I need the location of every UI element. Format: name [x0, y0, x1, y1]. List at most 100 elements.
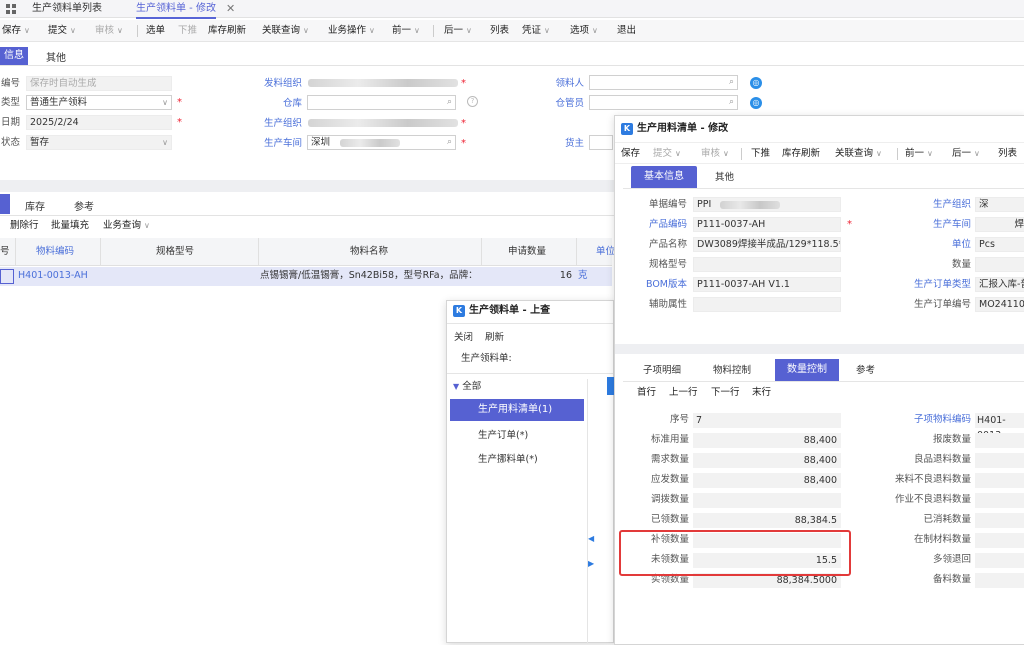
col-seq: 号: [0, 246, 10, 257]
tree-item-ppbom[interactable]: 生产用料清单(1): [450, 399, 584, 421]
date-label: 日期: [0, 117, 20, 128]
col-divider: [15, 238, 16, 266]
lookup-caption: 生产领料单:: [461, 353, 512, 364]
ppbom-list-button[interactable]: 列表: [998, 143, 1017, 165]
tab-edit[interactable]: 生产领料单 - 修改: [136, 2, 216, 19]
link-icon[interactable]: ◎: [750, 77, 762, 89]
field-mo-type[interactable]: 汇报入库-普: [975, 277, 1024, 292]
tab-stock[interactable]: 库存: [25, 198, 45, 213]
tab-ref[interactable]: 参考: [856, 364, 875, 378]
cell-material-code[interactable]: H401-0013-AH: [18, 269, 88, 283]
field-workshop[interactable]: 焊: [975, 217, 1024, 232]
ppbom-basic-right: 生产组织 深 生产车间 焊 单位 Pcs 数量 生产订单类型 汇报入库-普 生产…: [875, 196, 1024, 316]
list-button[interactable]: 列表: [490, 20, 509, 42]
owner-input[interactable]: [589, 135, 613, 150]
tab-material-control[interactable]: 物料控制: [713, 364, 751, 378]
field-label: 在制材料数量: [913, 534, 971, 545]
field-product-code[interactable]: P111-0037-AH: [693, 217, 841, 232]
exit-button[interactable]: 退出: [617, 20, 636, 42]
col-apply-qty[interactable]: 申请数量: [508, 245, 546, 259]
field-label: 辅助属性: [648, 299, 687, 310]
tab-detail[interactable]: [0, 194, 10, 214]
next-row-button[interactable]: 下一行: [711, 382, 740, 404]
tab-qty-control[interactable]: 数量控制: [775, 359, 839, 381]
lookup-dialog: K 生产领料单 - 上查 关闭 刷新 生产领料单: ▼ 全部 生产用料清单(1) …: [446, 300, 615, 644]
field-seq: 7: [693, 413, 841, 428]
tree-item-transfer[interactable]: 生产挪料单(*): [478, 453, 538, 467]
cell-apply-qty[interactable]: 16: [540, 269, 572, 283]
col-material-code[interactable]: 物料编码: [36, 245, 74, 259]
ppbom-tab-basic[interactable]: 基本信息: [631, 166, 697, 188]
field-label: 产品编码: [648, 219, 687, 230]
help-icon[interactable]: ?: [467, 96, 478, 107]
warehouse-input[interactable]: ⌕: [307, 95, 456, 110]
ppbom-submit-button[interactable]: 提交 ∨: [653, 143, 681, 165]
field-wip-qty: [975, 533, 1024, 548]
table-row[interactable]: H401-0013-AH 点锡锡膏/低温锡膏，Sn42Bi58，型号RFa，品牌…: [0, 267, 612, 286]
select-button[interactable]: 选单: [146, 20, 165, 42]
ppbom-save-button[interactable]: 保存: [621, 143, 640, 165]
issue-org-label: 发料组织: [263, 78, 302, 89]
lookup-close-button[interactable]: 关闭: [454, 331, 473, 345]
tree-item-mo[interactable]: 生产订单(*): [478, 429, 528, 443]
collapse-left-icon[interactable]: ◀: [588, 534, 594, 543]
expand-right-icon[interactable]: ▶: [588, 559, 594, 568]
field-label: 多领退回: [932, 554, 971, 565]
ppbom-prev-button[interactable]: 前一 ∨: [905, 143, 933, 165]
toolbar-divider: [433, 25, 434, 37]
prev-row-button[interactable]: 上一行: [669, 382, 698, 404]
ppbom-push-button[interactable]: 下推: [751, 143, 770, 165]
tab-edit-label: 生产领料单 - 修改: [136, 3, 216, 14]
last-row-button[interactable]: 末行: [752, 382, 771, 404]
grid-menu-icon[interactable]: [6, 4, 16, 14]
next-button[interactable]: 后一 ∨: [444, 20, 472, 42]
tab-basic-info[interactable]: 信息: [0, 47, 28, 65]
date-field[interactable]: 2025/2/24: [26, 115, 172, 130]
tab-list[interactable]: 生产领料单列表: [32, 2, 102, 16]
business-op-button[interactable]: 业务操作 ∨: [328, 20, 375, 42]
delete-row-button[interactable]: 删除行: [10, 215, 39, 237]
lookup-refresh-button[interactable]: 刷新: [485, 331, 504, 345]
row-select-cell[interactable]: [0, 269, 14, 284]
ppbom-stock-refresh-button[interactable]: 库存刷新: [782, 143, 820, 165]
submit-button[interactable]: 提交 ∨: [48, 20, 76, 42]
ppbom-related-button[interactable]: 关联查询 ∨: [835, 143, 882, 165]
bill-type-select[interactable]: 普通生产领料 ∨: [26, 95, 172, 110]
blurred-text: [340, 139, 400, 147]
cell-unit[interactable]: 克: [578, 269, 588, 283]
link-icon[interactable]: ◎: [750, 97, 762, 109]
audit-button[interactable]: 审核 ∨: [95, 20, 123, 42]
issue-org-value: [308, 79, 458, 87]
picker-input[interactable]: ⌕: [589, 75, 738, 90]
keeper-input[interactable]: ⌕: [589, 95, 738, 110]
batch-fill-button[interactable]: 批量填充: [51, 215, 89, 237]
tree-all-node[interactable]: ▼ 全部: [453, 380, 481, 394]
push-button[interactable]: 下推: [178, 20, 197, 42]
search-icon: ⌕: [446, 97, 452, 107]
tab-ref[interactable]: 参考: [74, 198, 94, 213]
close-tab-icon[interactable]: ✕: [226, 2, 235, 15]
field-unit[interactable]: Pcs: [975, 237, 1024, 252]
stock-refresh-button[interactable]: 库存刷新: [208, 20, 246, 42]
tab-other[interactable]: 其他: [46, 49, 66, 64]
first-row-button[interactable]: 首行: [637, 382, 656, 404]
prev-button[interactable]: 前一 ∨: [392, 20, 420, 42]
col-unit[interactable]: 单位: [596, 245, 615, 259]
save-button[interactable]: 保存 ∨: [2, 20, 30, 42]
field-prod-org[interactable]: 深: [975, 197, 1024, 212]
voucher-button[interactable]: 凭证 ∨: [522, 20, 550, 42]
related-query-button[interactable]: 关联查询 ∨: [262, 20, 309, 42]
ppbom-tab-other[interactable]: 其他: [715, 171, 734, 185]
business-query-button[interactable]: 业务查询 ∨: [103, 215, 150, 237]
field-spec: [693, 257, 841, 272]
ppbom-next-button[interactable]: 后一 ∨: [952, 143, 980, 165]
ppbom-audit-button[interactable]: 审核 ∨: [701, 143, 729, 165]
col-spec[interactable]: 规格型号: [156, 245, 194, 259]
highlight-annotation-box: [619, 530, 851, 576]
field-label: 调拨数量: [650, 494, 689, 505]
field-bom-version[interactable]: P111-0037-AH V1.1: [693, 277, 841, 292]
billno-field[interactable]: 保存时自动生成: [26, 76, 172, 91]
tab-child-detail[interactable]: 子项明细: [643, 364, 681, 378]
options-button[interactable]: 选项 ∨: [570, 20, 598, 42]
col-material-name[interactable]: 物料名称: [350, 245, 388, 259]
